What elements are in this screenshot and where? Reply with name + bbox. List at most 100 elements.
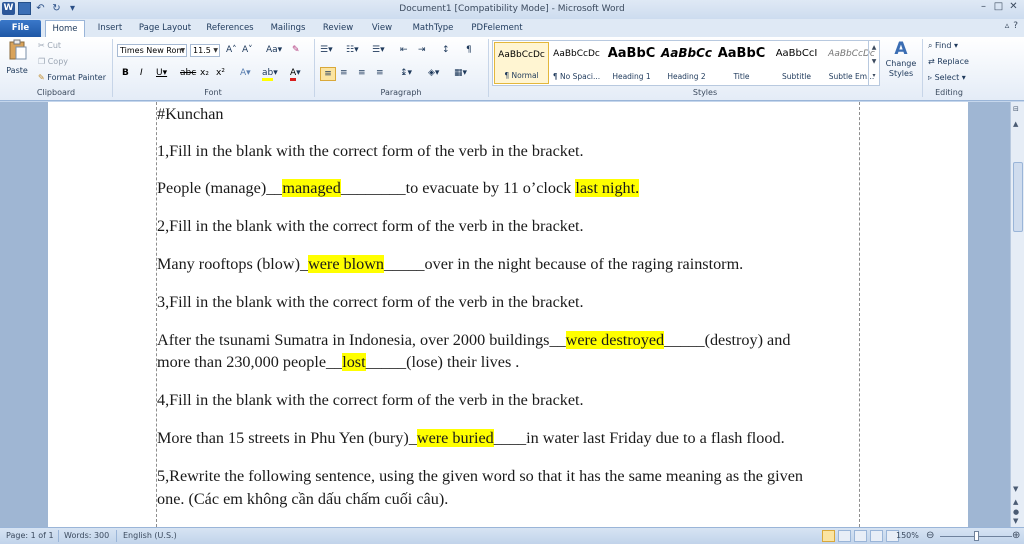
zoom-in-icon[interactable]: ⊕ [1012,530,1020,541]
style-subtitle[interactable]: AaBbCcI Subtitle [769,42,824,84]
zoom-slider-thumb[interactable] [974,531,979,541]
cut-button[interactable]: ✂ Cut [38,41,61,50]
shrink-font-button[interactable]: A˅ [242,44,253,56]
scroll-up-icon[interactable]: ▲ [869,41,879,55]
underline-button[interactable]: U▾ [156,67,167,79]
zoom-level[interactable]: 150% [896,531,919,540]
page-count[interactable]: Page: 1 of 1 [6,531,54,540]
center-icon[interactable]: ≡ [340,67,348,79]
superscript-button[interactable]: x² [216,67,225,79]
previous-page-icon[interactable]: ▲ [1013,498,1018,506]
bold-button[interactable]: B [122,67,129,79]
style-title[interactable]: AaBbC Title [714,42,769,84]
tab-mathtype[interactable]: MathType [406,20,460,37]
style-name: ¶ Normal [504,71,539,80]
select-button[interactable]: ▹ Select ▾ [928,73,966,82]
full-screen-reading-icon[interactable] [838,530,851,542]
scroll-up-icon[interactable]: ▲ [1013,120,1018,128]
tab-mailings[interactable]: Mailings [266,20,310,37]
tab-pdfelement[interactable]: PDFelement [467,20,527,37]
line-spacing-icon[interactable]: ↨▾ [400,67,412,79]
borders-icon[interactable]: ▦▾ [454,67,467,79]
vertical-scrollbar[interactable]: ⊟ ▲ ▼ ▲ ● ▼ [1010,102,1024,527]
ruler-toggle-icon[interactable]: ⊟ [1013,105,1019,113]
show-formatting-icon[interactable]: ¶ [466,44,472,56]
align-left-icon[interactable]: ≡ [320,67,336,81]
sort-icon[interactable]: ↕ [442,44,450,56]
paragraph[interactable]: After the tsunami Sumatra in Indonesia, … [157,329,857,351]
tab-file[interactable]: File [0,20,41,37]
find-button[interactable]: ⌕ Find ▾ [928,41,958,51]
tab-home[interactable]: Home [45,20,85,37]
style-normal[interactable]: AaBbCcDc ¶ Normal [494,42,549,84]
paste-button[interactable]: Paste [5,39,29,79]
web-layout-icon[interactable] [854,530,867,542]
multilevel-list-icon[interactable]: ☰▾ [372,44,385,56]
italic-button[interactable]: I [140,67,143,79]
language-indicator[interactable]: English (U.S.) [123,531,177,540]
numbering-icon[interactable]: ☷▾ [346,44,359,56]
replace-button[interactable]: ⇄ Replace [928,57,969,66]
outline-icon[interactable] [870,530,883,542]
select-browse-object-icon[interactable]: ● [1013,508,1019,516]
next-page-icon[interactable]: ▼ [1013,517,1018,525]
maximize-icon[interactable]: □ [992,1,1005,14]
paragraph[interactable]: People (manage)__managed________to evacu… [157,177,857,199]
minimize-ribbon-icon[interactable]: ▵ [1005,21,1010,31]
style-no-spacing[interactable]: AaBbCcDc ¶ No Spaci... [549,42,604,84]
minimize-icon[interactable]: – [977,1,990,14]
paragraph[interactable]: 1,Fill in the blank with the correct for… [157,140,857,162]
tab-references[interactable]: References [202,20,258,37]
subscript-button[interactable]: x₂ [200,67,209,79]
word-count[interactable]: Words: 300 [64,531,109,540]
help-icon[interactable]: ? [1013,21,1018,31]
tab-insert[interactable]: Insert [91,20,129,37]
paragraph[interactable]: one. (Các em không cần dấu chấm cuối câu… [157,488,857,510]
bullets-icon[interactable]: ☰▾ [320,44,333,56]
tab-review[interactable]: Review [319,20,357,37]
close-icon[interactable]: ✕ [1007,1,1020,14]
increase-indent-icon[interactable]: ⇥ [418,44,426,56]
more-styles-icon[interactable]: ▾ [869,69,879,83]
paragraph[interactable]: Many rooftops (blow)_were blown_____over… [157,253,857,275]
styles-scroll[interactable]: ▲ ▼ ▾ [868,41,879,85]
align-right-icon[interactable]: ≡ [358,67,366,79]
paragraph[interactable]: More than 15 streets in Phu Yen (bury)_w… [157,427,857,449]
highlighted-answer: managed [282,179,341,197]
zoom-out-icon[interactable]: ⊖ [926,530,934,541]
strikethrough-button[interactable]: abc [180,67,196,79]
document-page[interactable] [48,102,968,527]
style-heading-2[interactable]: AaBbCc Heading 2 [659,42,714,84]
paragraph[interactable]: #Kunchan [157,103,857,125]
paragraph[interactable]: 3,Fill in the blank with the correct for… [157,291,857,313]
grow-font-button[interactable]: A˄ [226,44,237,56]
clear-formatting-icon[interactable]: ✎ [292,44,300,56]
font-color-button[interactable]: A▾ [290,67,301,81]
justify-icon[interactable]: ≡ [376,67,384,79]
scroll-down-icon[interactable]: ▼ [869,55,879,69]
font-size-combo[interactable]: 11.5 ▼ [190,44,220,57]
format-painter-button[interactable]: ✎ Format Painter [38,73,106,82]
decrease-indent-icon[interactable]: ⇤ [400,44,408,56]
text-effects-button[interactable]: A▾ [240,67,251,79]
text-run: Many rooftops (blow)_ [157,255,309,273]
format-painter-icon: ✎ [38,73,45,82]
text-run: ________to evacuate by 11 o’clock [340,179,576,197]
highlight-color-button[interactable]: ab▾ [262,67,278,81]
paragraph[interactable]: more than 230,000 people__lost_____(lose… [157,351,857,373]
format-painter-label: Format Painter [47,73,106,82]
paragraph[interactable]: 2,Fill in the blank with the correct for… [157,215,857,237]
copy-button[interactable]: ❐ Copy [38,57,68,66]
tab-view[interactable]: View [366,20,398,37]
scroll-thumb[interactable] [1013,162,1023,232]
scroll-down-icon[interactable]: ▼ [1013,485,1018,493]
paragraph[interactable]: 4,Fill in the blank with the correct for… [157,389,857,411]
style-heading-1[interactable]: AaBbC Heading 1 [604,42,659,84]
font-name-combo[interactable]: Times New Rom ▼ [117,44,187,57]
change-styles-button[interactable]: A Change Styles [884,39,918,79]
change-case-button[interactable]: Aa▾ [266,44,282,56]
print-layout-icon[interactable] [822,530,835,542]
tab-page-layout[interactable]: Page Layout [136,20,194,37]
paragraph[interactable]: 5,Rewrite the following sentence, using … [157,465,857,487]
shading-icon[interactable]: ◈▾ [428,67,439,79]
